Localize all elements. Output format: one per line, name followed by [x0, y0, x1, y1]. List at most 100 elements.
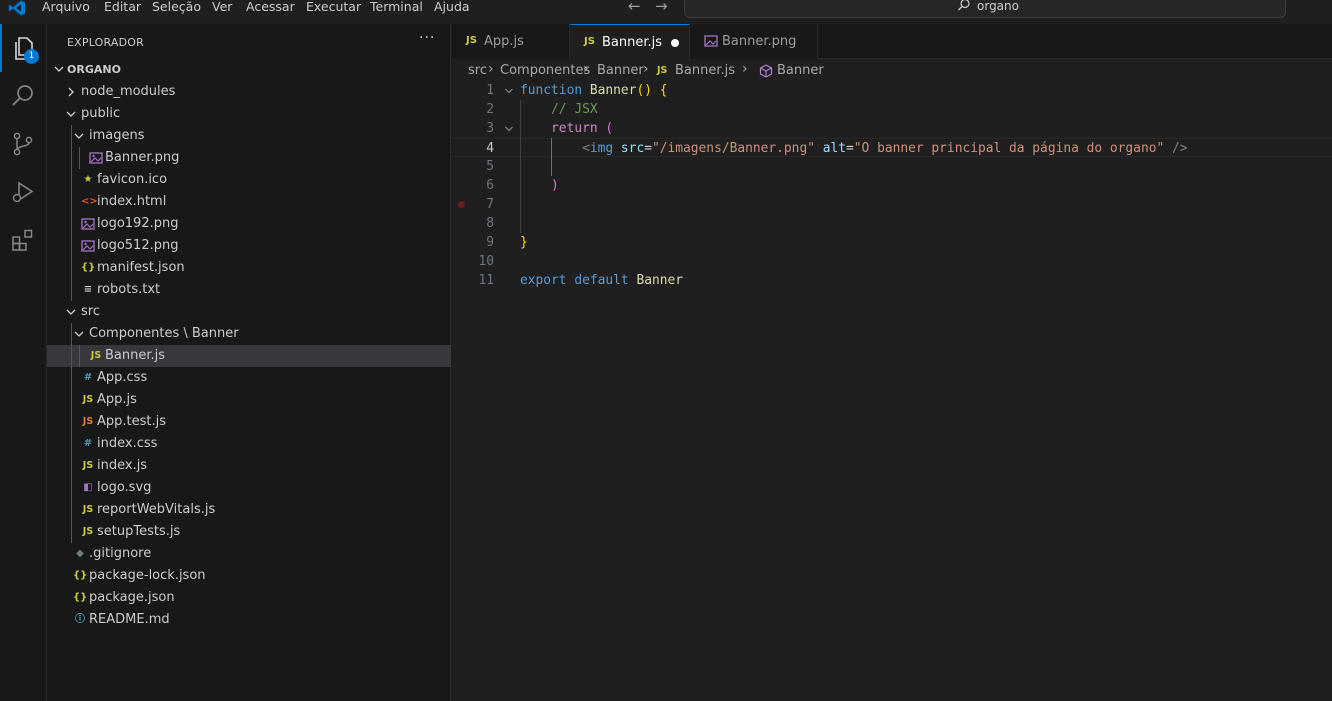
tree-item-banner-js[interactable]: JS Banner.js: [47, 345, 451, 367]
project-folder-header[interactable]: ORGANO: [47, 59, 451, 81]
tree-item-setuptests-js[interactable]: JS setupTests.js: [47, 521, 451, 543]
menu-item-4[interactable]: Acessar: [246, 0, 295, 16]
tree-item-robots-txt[interactable]: ≡ robots.txt: [47, 279, 451, 301]
explorer-badge: 1: [24, 49, 39, 64]
tree-item-logo512-png[interactable]: logo512.png: [47, 235, 451, 257]
tree-item-package-json[interactable]: {} package.json: [47, 587, 451, 609]
file-name: index.html: [97, 194, 167, 209]
menu-item-7[interactable]: Ajuda: [434, 0, 470, 16]
indent-guide: [71, 257, 72, 279]
code-text: ): [520, 176, 559, 195]
tree-item-src[interactable]: src: [47, 301, 451, 323]
tree-item-public[interactable]: public: [47, 103, 451, 125]
file-name: .gitignore: [89, 546, 152, 561]
breadcrumb-item-0[interactable]: src: [468, 63, 487, 78]
code-line-11[interactable]: 11 export default Banner: [452, 271, 1332, 290]
code-token: }: [520, 235, 528, 250]
code-line-5[interactable]: 5: [452, 157, 1332, 176]
menu-item-0[interactable]: Arquivo: [42, 0, 90, 16]
tree-item-logo-svg[interactable]: ◧ logo.svg: [47, 477, 451, 499]
image-file-icon: [81, 240, 95, 252]
tab-banner-png[interactable]: Banner.png: [690, 24, 818, 59]
file-name: index.css: [97, 436, 158, 451]
js-file-icon: JS: [82, 460, 94, 471]
menu-item-2[interactable]: Seleção: [152, 0, 201, 16]
source-control-icon[interactable]: [10, 131, 36, 157]
command-center-search[interactable]: organo: [684, 0, 1286, 18]
code-line-8[interactable]: 8: [452, 214, 1332, 233]
breadcrumb-item-2[interactable]: Banner: [597, 63, 644, 78]
code-line-4[interactable]: 4 <img src="/imagens/Banner.png" alt="O …: [452, 138, 1332, 157]
code-line-2[interactable]: 2 // JSX: [452, 100, 1332, 119]
tree-item-favicon-ico[interactable]: ★ favicon.ico: [47, 169, 451, 191]
js-test-file-icon: JS: [82, 416, 94, 427]
editor-area: JS App.js JS Banner.js Banner.png src › Compon…: [452, 24, 1332, 701]
tree-item-app-js[interactable]: JS App.js: [47, 389, 451, 411]
indent-guide: [520, 100, 521, 233]
breadcrumb-item-3[interactable]: Banner.js: [675, 63, 735, 78]
tree-item-index-css[interactable]: # index.css: [47, 433, 451, 455]
tree-item-index-html[interactable]: <> index.html: [47, 191, 451, 213]
more-actions-icon[interactable]: ···: [419, 30, 435, 46]
code-editor[interactable]: 1 function Banner() {2 // JSX 3 return (4 …: [452, 81, 1332, 701]
unsaved-indicator-icon[interactable]: [671, 39, 679, 47]
search-icon[interactable]: [10, 83, 36, 109]
code-line-9[interactable]: 9}: [452, 233, 1332, 252]
tab-app-js[interactable]: JS App.js: [452, 24, 570, 59]
breadcrumb-item-1[interactable]: Componentes: [500, 63, 590, 78]
json-file-icon: {}: [73, 592, 88, 603]
tree-item-app-test-js[interactable]: JS App.test.js: [47, 411, 451, 433]
breadcrumb-item-4[interactable]: Banner: [777, 63, 824, 78]
indent-guide: [71, 411, 72, 433]
tree-item-index-js[interactable]: JS index.js: [47, 455, 451, 477]
title-bar: Arquivo Editar Seleção Ver Acessar Executar Te…: [0, 0, 1332, 18]
image-file-icon: [704, 35, 718, 47]
back-arrow-icon[interactable]: ←: [628, 0, 641, 14]
tree-item-logo192-png[interactable]: logo192.png: [47, 213, 451, 235]
tree-item--gitignore[interactable]: ◆ .gitignore: [47, 543, 451, 565]
tree-item-readme-md[interactable]: ⓘ README.md: [47, 609, 451, 631]
chevron-right-icon: ›: [742, 61, 748, 77]
file-name: package-lock.json: [89, 568, 206, 583]
code-text: function Banner() {: [520, 81, 668, 100]
menu-item-1[interactable]: Editar: [104, 0, 141, 16]
tree-item-banner-png[interactable]: Banner.png: [47, 147, 451, 169]
tree-item-reportwebvitals-js[interactable]: JS reportWebVitals.js: [47, 499, 451, 521]
code-token: ): [551, 178, 559, 193]
text-file-icon: ≡: [83, 284, 93, 295]
file-name: setupTests.js: [97, 524, 181, 539]
fold-chevron-icon[interactable]: [504, 86, 514, 96]
code-token: =: [846, 141, 854, 156]
tree-item-imagens[interactable]: imagens: [47, 125, 451, 147]
tree-item-node-modules[interactable]: node_modules: [47, 81, 451, 103]
tree-item-app-css[interactable]: # App.css: [47, 367, 451, 389]
code-token: default: [574, 273, 629, 288]
file-name: App.css: [97, 370, 148, 385]
menu-item-5[interactable]: Executar: [306, 0, 361, 16]
code-line-3[interactable]: 3 return (: [452, 119, 1332, 138]
menu-item-6[interactable]: Terminal: [370, 0, 423, 16]
code-line-6[interactable]: 6 ): [452, 176, 1332, 195]
file-name: manifest.json: [97, 260, 185, 275]
command-center-text: organo: [977, 0, 1019, 13]
code-line-7[interactable]: 7: [452, 195, 1332, 214]
line-number: 1: [486, 83, 494, 98]
code-line-10[interactable]: 10: [452, 252, 1332, 271]
line-number: 2: [486, 102, 494, 117]
fold-chevron-icon[interactable]: [504, 124, 514, 134]
tree-item-manifest-json[interactable]: {} manifest.json: [47, 257, 451, 279]
breakpoint-icon[interactable]: [458, 201, 465, 208]
code-line-1[interactable]: 1 function Banner() {: [452, 81, 1332, 100]
line-number: 9: [486, 235, 494, 250]
folder-name: node_modules: [81, 84, 176, 99]
menu-item-3[interactable]: Ver: [212, 0, 232, 16]
tab-banner-js[interactable]: JS Banner.js: [570, 24, 690, 60]
tree-item-package-lock-json[interactable]: {} package-lock.json: [47, 565, 451, 587]
symbol-method-icon: [759, 64, 773, 78]
vscode-logo-icon[interactable]: [8, 0, 26, 16]
html-file-icon: <>: [81, 196, 98, 207]
tree-item-componentes-banner[interactable]: Componentes \ Banner: [47, 323, 451, 345]
forward-arrow-icon[interactable]: →: [655, 0, 668, 14]
extensions-icon[interactable]: [10, 227, 36, 253]
run-debug-icon[interactable]: [10, 179, 36, 205]
